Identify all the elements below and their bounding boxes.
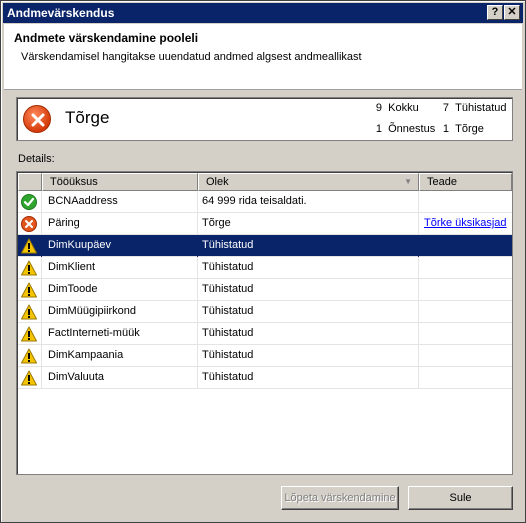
row-icon-cell: [18, 213, 42, 235]
stat-error: 1 Tõrge: [442, 123, 484, 135]
task-cell: DimValuuta: [42, 367, 198, 389]
state-cell: 64 999 rida teisaldati.: [198, 191, 419, 213]
warning-icon: [21, 282, 37, 298]
message-cell: [419, 235, 512, 257]
details-grid[interactable]: Tööüksus Olek ▼ Teade BCNAaddress 64 999 …: [16, 171, 513, 475]
warning-icon: [21, 326, 37, 342]
stat-total: 9 Kokku: [375, 102, 419, 114]
warning-icon: [21, 304, 37, 320]
message-cell: [419, 257, 512, 279]
error-icon: [21, 216, 37, 232]
window-title: Andmevärskendus: [7, 6, 115, 20]
header-title: Andmete värskendamine pooleli: [14, 31, 199, 45]
state-cell: Tõrge: [198, 213, 419, 235]
row-icon-cell: [18, 367, 42, 389]
table-row[interactable]: DimToode Tühistatud: [18, 279, 512, 301]
task-cell: FactInterneti-müük: [42, 323, 198, 345]
column-header-message[interactable]: Teade: [419, 173, 512, 191]
row-icon-cell: [18, 257, 42, 279]
status-panel: Tõrge 9 Kokku 7 Tühistatud 1 Õnnestus 1 …: [16, 97, 513, 141]
success-icon: [21, 194, 37, 210]
help-button[interactable]: ?: [487, 5, 503, 20]
stat-success: 1 Õnnestus: [375, 123, 436, 135]
status-label: Tõrge: [65, 108, 110, 127]
state-cell: Tühistatud: [198, 323, 419, 345]
task-cell: BCNAaddress: [42, 191, 198, 213]
row-icon-cell: [18, 235, 42, 257]
table-row[interactable]: FactInterneti-müük Tühistatud: [18, 323, 512, 345]
state-cell: Tühistatud: [198, 235, 419, 257]
table-row[interactable]: DimKuupäev Tühistatud: [18, 235, 512, 257]
task-cell: DimKlient: [42, 257, 198, 279]
message-cell: [419, 301, 512, 323]
message-cell: [419, 367, 512, 389]
message-cell: [419, 323, 512, 345]
grid-header: Tööüksus Olek ▼ Teade: [18, 173, 512, 191]
row-icon-cell: [18, 345, 42, 367]
message-cell: Tõrke üksikasjad: [419, 213, 512, 235]
table-row[interactable]: DimKampaania Tühistatud: [18, 345, 512, 367]
row-icon-cell: [18, 279, 42, 301]
state-cell: Tühistatud: [198, 279, 419, 301]
title-bar[interactable]: Andmevärskendus ? ✕: [3, 3, 523, 23]
state-cell: Tühistatud: [198, 367, 419, 389]
dialog-header: Andmete värskendamine pooleli Värskendam…: [4, 24, 522, 90]
row-icon-cell: [18, 301, 42, 323]
stop-refresh-button[interactable]: Lõpeta värskendamine: [281, 486, 399, 510]
message-cell: [419, 191, 512, 213]
warning-icon: [21, 238, 37, 254]
state-cell: Tühistatud: [198, 257, 419, 279]
state-cell: Tühistatud: [198, 301, 419, 323]
task-cell: DimKuupäev: [42, 235, 198, 257]
warning-icon: [21, 348, 37, 364]
warning-icon: [21, 260, 37, 276]
column-header-state[interactable]: Olek ▼: [198, 173, 419, 191]
header-description: Värskendamisel hangitakse uuendatud andm…: [21, 51, 362, 63]
column-header-task[interactable]: Tööüksus: [42, 173, 198, 191]
table-row[interactable]: DimValuuta Tühistatud: [18, 367, 512, 389]
close-button[interactable]: Sule: [408, 486, 513, 510]
message-cell: [419, 345, 512, 367]
task-cell: DimKampaania: [42, 345, 198, 367]
grid-rows: BCNAaddress 64 999 rida teisaldati. Päring…: [18, 191, 512, 389]
message-cell: [419, 279, 512, 301]
table-row[interactable]: BCNAaddress 64 999 rida teisaldati.: [18, 191, 512, 213]
sort-arrow-icon: ▼: [404, 177, 412, 186]
refresh-dialog: Andmevärskendus ? ✕ Andmete värskendamin…: [0, 0, 526, 523]
table-row[interactable]: DimKlient Tühistatud: [18, 257, 512, 279]
task-cell: DimMüügipiirkond: [42, 301, 198, 323]
stat-cancelled: 7 Tühistatud: [442, 102, 507, 114]
state-cell: Tühistatud: [198, 345, 419, 367]
warning-icon: [21, 370, 37, 386]
close-window-button[interactable]: ✕: [504, 5, 520, 20]
task-cell: DimToode: [42, 279, 198, 301]
column-header-icon[interactable]: [18, 173, 42, 191]
error-details-link[interactable]: Tõrke üksikasjad: [424, 217, 507, 229]
row-icon-cell: [18, 191, 42, 213]
task-cell: Päring: [42, 213, 198, 235]
table-row[interactable]: DimMüügipiirkond Tühistatud: [18, 301, 512, 323]
row-icon-cell: [18, 323, 42, 345]
table-row[interactable]: Päring Tõrge Tõrke üksikasjad: [18, 213, 512, 235]
error-icon: [23, 105, 51, 133]
details-label: Details:: [18, 153, 55, 165]
